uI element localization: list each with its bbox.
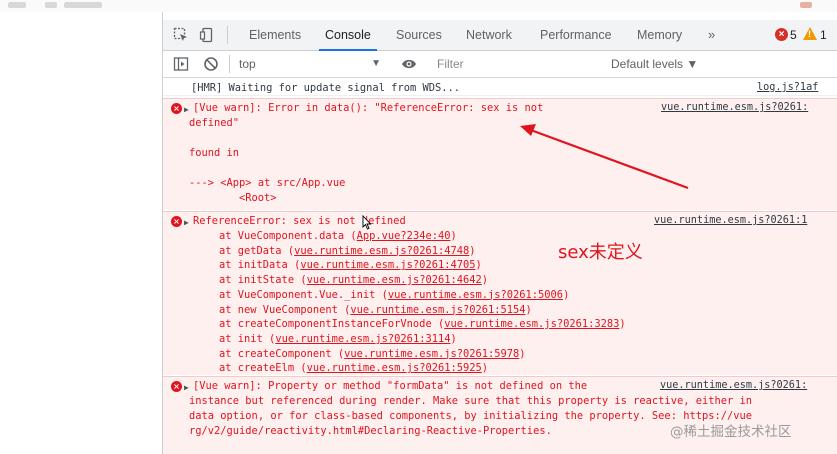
stack-frame-function: at initState ( <box>219 274 307 287</box>
stack-frame-link[interactable]: vue.runtime.esm.js?0261:5978 <box>344 348 519 360</box>
stack-frame-function: at createComponent ( <box>219 347 345 360</box>
message-text: [Vue warn]: Property or method "formData… <box>193 380 588 392</box>
stack-frame-link[interactable]: vue.runtime.esm.js?0261:3114 <box>275 333 450 345</box>
stack-frame-function: at init ( <box>219 332 276 345</box>
stack-frame-function: at VueComponent.data ( <box>219 230 357 242</box>
clear-console-icon[interactable] <box>203 56 219 72</box>
stack-frame-link[interactable]: vue.runtime.esm.js?0261:3283 <box>444 318 619 330</box>
tab-network[interactable]: Network <box>466 20 512 50</box>
console-message-info: [HMR] Waiting for update signal from WDS… <box>163 78 837 96</box>
stack-frame-close: ) <box>563 288 570 301</box>
message-source-link[interactable]: vue.runtime.esm.js?0261: <box>660 379 807 394</box>
message-text: defined" <box>189 117 240 129</box>
stack-frame: at createComponentInstanceForVnode (vue.… <box>219 317 626 332</box>
stack-frame-link[interactable]: vue.runtime.esm.js?0261:4705 <box>300 259 475 271</box>
console-message-error: × ▶ ReferenceError: sex is not defined v… <box>163 211 837 375</box>
warning-count[interactable]: 1 <box>820 20 827 50</box>
stack-frame: at getData (vue.runtime.esm.js?0261:4748… <box>219 244 476 259</box>
stack-frame-close: ) <box>481 362 489 375</box>
message-source-link[interactable]: vue.runtime.esm.js?0261:1 <box>654 214 807 229</box>
inspect-element-icon[interactable] <box>173 27 189 43</box>
toolbar-divider <box>227 26 228 44</box>
devtools-panel: Elements Console Sources Network Perform… <box>162 12 837 454</box>
message-text: found in <box>189 147 240 159</box>
annotation-text: sex未定义 <box>558 242 643 263</box>
message-text: data option, or for class-based componen… <box>189 410 753 422</box>
devtools-tabbar: Elements Console Sources Network Perform… <box>163 20 837 51</box>
mouse-cursor-icon <box>362 214 372 235</box>
message-text: ---> <App> at src/App.vue <box>189 177 346 189</box>
watermark: @稀土掘金技术社区 <box>670 424 792 440</box>
stack-frame-function: at initData ( <box>219 259 301 272</box>
stack-frame-link[interactable]: vue.runtime.esm.js?0261:4642 <box>307 274 482 286</box>
tab-console[interactable]: Console <box>319 20 377 51</box>
stack-frame-close: ) <box>525 303 532 316</box>
stack-frame-close: ) <box>519 347 526 360</box>
error-count[interactable]: 5 <box>790 20 797 50</box>
stack-frame-close: ) <box>481 274 489 287</box>
stack-frame-link[interactable]: vue.runtime.esm.js?0261:4748 <box>294 245 469 257</box>
notification-blur <box>800 2 812 8</box>
stack-frame-function: at VueComponent.Vue._init ( <box>219 288 388 301</box>
tab-sources[interactable]: Sources <box>396 20 442 50</box>
error-icon: × <box>171 216 182 227</box>
more-tabs-button[interactable]: » <box>708 20 715 50</box>
stack-frame-close: ) <box>475 259 482 272</box>
stack-frame-function: at new VueComponent ( <box>219 303 351 316</box>
stack-frame-function: at createComponentInstanceForVnode ( <box>219 318 445 331</box>
expand-triangle-icon[interactable]: ▶ <box>184 216 189 231</box>
stack-frame: at init (vue.runtime.esm.js?0261:3114) <box>219 332 457 347</box>
message-text: ReferenceError: sex is not defined <box>193 215 406 227</box>
stack-frame-close: ) <box>450 230 457 242</box>
stack-frame-close: ) <box>619 318 626 331</box>
message-source-link[interactable]: vue.runtime.esm.js?0261: <box>661 101 808 116</box>
message-text: rg/v2/guide/reactivity.html#Declaring-Re… <box>189 425 552 437</box>
stack-frame-close: ) <box>450 332 457 345</box>
message-text: [HMR] Waiting for update signal from WDS… <box>191 82 460 94</box>
console-messages: [HMR] Waiting for update signal from WDS… <box>163 78 837 454</box>
device-toolbar-icon[interactable] <box>199 27 215 43</box>
stack-frame-link[interactable]: vue.runtime.esm.js?0261:5154 <box>350 304 525 316</box>
stack-frame: at createElm (vue.runtime.esm.js?0261:59… <box>219 361 488 376</box>
stack-frame-link[interactable]: vue.runtime.esm.js?0261:5925 <box>307 362 482 374</box>
execution-context-value: top <box>239 57 256 71</box>
stack-frame-link[interactable]: vue.runtime.esm.js?0261:5006 <box>388 289 563 301</box>
message-source-link[interactable]: log.js?1af <box>757 81 818 96</box>
stack-frame: at VueComponent.Vue._init (vue.runtime.e… <box>219 288 569 303</box>
page-title-blur <box>64 2 102 8</box>
tab-memory[interactable]: Memory <box>637 20 682 50</box>
toolbar-divider <box>229 55 230 73</box>
error-icon: × <box>171 103 182 114</box>
stack-frame-function: at getData ( <box>219 244 295 257</box>
page-viewport <box>0 12 162 454</box>
browser-top-strip <box>0 0 837 12</box>
stack-frame: at initState (vue.runtime.esm.js?0261:46… <box>219 273 488 288</box>
favicon-blur <box>45 2 57 8</box>
favicon-blur <box>8 2 26 8</box>
error-icon: × <box>171 381 182 392</box>
error-count-icon[interactable]: × <box>775 28 788 41</box>
console-toolbar: top ▼ Default levels ▼ <box>163 51 837 78</box>
console-message-error: × ▶ [Vue warn]: Error in data(): "Refere… <box>163 98 837 210</box>
log-levels-dropdown[interactable]: Default levels ▼ <box>611 54 698 74</box>
tab-performance[interactable]: Performance <box>540 20 612 50</box>
console-message-error: × ▶ [Vue warn]: Property or method "form… <box>163 376 837 454</box>
tab-elements[interactable]: Elements <box>249 20 301 50</box>
stack-frame-function: at createElm ( <box>219 362 307 375</box>
console-filter-input[interactable] <box>431 54 601 74</box>
warning-exclamation: ! <box>808 29 811 39</box>
stack-frame-close: ) <box>469 244 476 257</box>
show-sidebar-icon[interactable] <box>173 56 189 72</box>
message-text: <Root> <box>239 192 277 204</box>
stack-frame: at new VueComponent (vue.runtime.esm.js?… <box>219 303 532 318</box>
message-text: [Vue warn]: Error in data(): "ReferenceE… <box>193 102 544 114</box>
stack-frame: at VueComponent.data (App.vue?234e:40) <box>219 229 457 244</box>
stack-frame: at initData (vue.runtime.esm.js?0261:470… <box>219 258 482 273</box>
chevron-down-icon: ▼ <box>371 58 381 69</box>
live-expression-eye-icon[interactable] <box>401 57 417 71</box>
execution-context-select[interactable]: top ▼ <box>239 54 381 74</box>
message-text: instance but referenced during render. M… <box>189 395 753 407</box>
stack-frame: at createComponent (vue.runtime.esm.js?0… <box>219 347 526 362</box>
